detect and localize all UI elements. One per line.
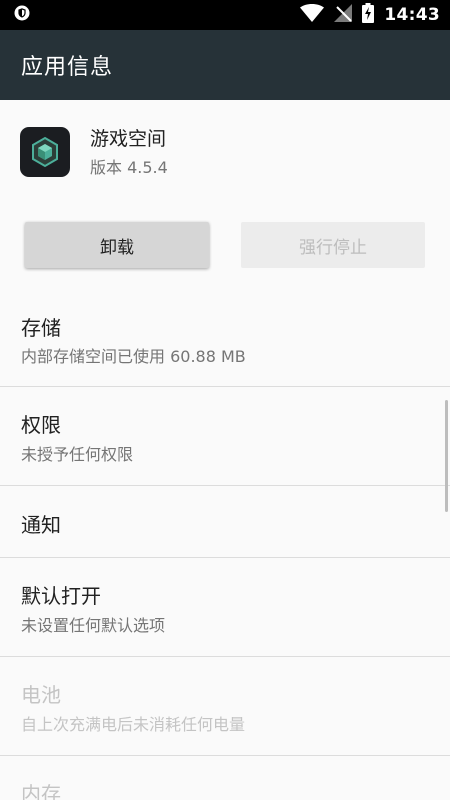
permissions-item[interactable]: 权限 未授予任何权限: [0, 387, 450, 485]
wifi-icon: [300, 4, 325, 26]
battery-charging-icon: [362, 3, 375, 27]
storage-item[interactable]: 存储 内部存储空间已使用 60.88 MB: [0, 290, 450, 386]
battery-title: 电池: [21, 683, 61, 707]
scrollbar[interactable]: [445, 400, 448, 512]
status-bar: 14:43: [0, 0, 450, 30]
open-by-default-subtitle: 未设置任何默认选项: [21, 616, 166, 635]
status-clock: 14:43: [384, 5, 440, 25]
open-by-default-item[interactable]: 默认打开 未设置任何默认选项: [0, 558, 450, 656]
notifications-item[interactable]: 通知: [0, 486, 450, 557]
storage-title: 存储: [21, 316, 61, 340]
app-version: 版本 4.5.4: [90, 158, 168, 177]
memory-item: 内存: [0, 756, 450, 800]
memory-title: 内存: [21, 782, 61, 800]
uninstall-button[interactable]: 卸载: [25, 222, 209, 268]
page-title: 应用信息: [21, 55, 114, 80]
app-bar: 应用信息: [0, 30, 450, 100]
force-stop-button[interactable]: 强行停止: [241, 222, 425, 268]
permissions-subtitle: 未授予任何权限: [21, 445, 134, 464]
app-header: 游戏空间 版本 4.5.4: [20, 126, 168, 178]
battery-item: 电池 自上次充满电后未消耗任何电量: [0, 657, 450, 755]
storage-subtitle: 内部存储空间已使用 60.88 MB: [21, 347, 246, 366]
open-by-default-title: 默认打开: [21, 584, 101, 608]
app-info-content[interactable]: 游戏空间 版本 4.5.4 卸载 强行停止 存储 内部存储空间已使用 60.88…: [0, 100, 450, 800]
battery-subtitle: 自上次充满电后未消耗任何电量: [21, 715, 246, 734]
notifications-title: 通知: [21, 513, 61, 537]
shield-notification-icon: [14, 5, 30, 25]
permissions-title: 权限: [21, 413, 61, 437]
signal-off-icon: [334, 4, 353, 26]
app-name: 游戏空间: [90, 128, 167, 150]
game-cube-icon: [20, 127, 70, 177]
